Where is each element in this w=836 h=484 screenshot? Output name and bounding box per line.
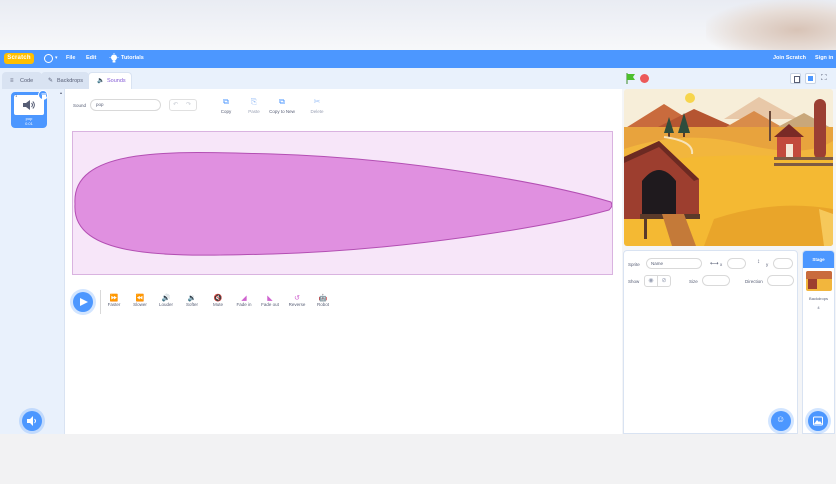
thumbnail-hills — [806, 271, 832, 279]
backdrop-farm-image — [624, 89, 833, 246]
small-stage-icon — [794, 76, 800, 83]
paste-label: Paste — [248, 109, 260, 114]
stop-icon[interactable] — [640, 74, 649, 83]
sprite-label: Sprite — [628, 262, 640, 267]
y-label: y — [766, 262, 769, 267]
stage-title: Stage — [803, 251, 834, 268]
tab-backdrops[interactable]: ✎ Backdrops — [41, 72, 89, 89]
backdrop-thumbnail — [806, 271, 832, 291]
hidden-eye-icon[interactable]: ⊘ — [658, 276, 670, 286]
paste-icon: ⎘ — [250, 97, 258, 106]
effect-fade-out-button[interactable]: ◣ Fade out — [255, 294, 285, 307]
x-label: x — [720, 262, 723, 267]
effect-robot-button[interactable]: 🤖 Robot — [308, 294, 338, 307]
choose-backdrop-button[interactable] — [808, 411, 828, 431]
size-label: Size — [689, 279, 698, 284]
show-label: Show — [628, 279, 640, 284]
play-button[interactable] — [73, 292, 93, 312]
sound-duration: 0.01 — [25, 121, 33, 126]
robot-icon: 🤖 — [318, 295, 328, 302]
undo-icon[interactable]: ↶ — [173, 101, 178, 108]
file-menu[interactable]: File — [66, 55, 75, 61]
speaker-icon — [27, 416, 36, 426]
undo-redo-group: ↶ ↷ — [169, 99, 197, 111]
backdrops-label: Backdrops — [809, 296, 828, 301]
sound-list — [0, 89, 58, 434]
scratch-logo[interactable]: Scratch — [4, 53, 34, 64]
tab-sounds-label: Sounds — [107, 78, 126, 84]
cat-icon: ☺ — [776, 414, 786, 424]
sign-in-link[interactable]: Sign in — [815, 55, 833, 61]
waveform-area[interactable] — [72, 131, 613, 275]
scissors-icon: ✂ — [313, 97, 321, 106]
stage-canvas[interactable] — [624, 89, 833, 246]
edit-menu[interactable]: Edit — [86, 55, 96, 61]
blurred-decoration — [706, 0, 836, 50]
sound-number: 1 — [15, 93, 18, 98]
backdrops-count: 4 — [817, 305, 820, 310]
menu-bar: File Edit Tutorials Join Scratch Sign in — [0, 50, 836, 68]
direction-label: Direction — [745, 279, 763, 284]
sound-name-label: Sound — [73, 103, 87, 108]
tab-code-label: Code — [20, 78, 34, 84]
large-stage-button[interactable] — [805, 73, 816, 84]
visible-eye-icon[interactable]: ◉ — [645, 276, 658, 286]
trash-icon — [41, 93, 47, 99]
sound-name-input[interactable]: pop — [90, 99, 161, 111]
lightbulb-icon — [109, 53, 119, 63]
brush-icon: ✎ — [48, 78, 54, 84]
delete-button[interactable]: ✂ Delete — [307, 97, 327, 114]
copy-to-new-icon: ⧉ — [279, 97, 285, 106]
y-arrows-icon: ↕ — [757, 259, 760, 265]
fade-out-icon: ◣ — [267, 295, 273, 302]
thumbnail-barn — [808, 279, 817, 289]
globe-icon[interactable] — [44, 54, 53, 63]
paste-button[interactable]: ⎘ Paste — [244, 97, 264, 114]
copy-button[interactable]: ⧉ Copy — [216, 97, 236, 114]
green-flag-icon[interactable] — [626, 73, 636, 84]
speaker-icon: 🔈 — [97, 78, 105, 84]
copy-icon: ⧉ — [223, 97, 229, 106]
copy-to-new-label: Copy to New — [269, 109, 295, 114]
code-icon: ≡ — [10, 78, 14, 84]
chevron-down-icon: ▾ — [55, 55, 58, 61]
browser-bottom-area — [0, 434, 836, 484]
stage-target-panel[interactable]: Stage Backdrops 4 — [802, 250, 835, 434]
tab-backdrops-label: Backdrops — [57, 78, 83, 84]
scroll-arrow-icon[interactable]: ▴ — [60, 90, 62, 95]
redo-icon[interactable]: ↷ — [186, 101, 191, 108]
add-sound-button[interactable] — [22, 411, 42, 431]
delete-sound-button[interactable] — [38, 90, 48, 100]
waveform-shape — [74, 152, 612, 256]
copy-label: Copy — [220, 109, 232, 114]
large-stage-icon — [808, 76, 813, 81]
show-toggle: ◉ ⊘ — [644, 275, 671, 287]
small-stage-button[interactable] — [790, 73, 801, 84]
size-input[interactable] — [702, 275, 730, 286]
play-icon — [80, 298, 88, 306]
tab-code[interactable]: ≡ Code — [2, 72, 42, 89]
sprite-info-panel: Sprite Name ⟷ x ↕ y Show ◉ ⊘ Size Direct… — [623, 250, 798, 434]
delete-label: Delete — [310, 109, 324, 114]
x-input[interactable] — [727, 258, 746, 269]
tab-sounds[interactable]: 🔈 Sounds — [88, 72, 132, 89]
fullscreen-icon[interactable]: ⛶ — [821, 73, 827, 83]
effect-fade-out-label: Fade out — [261, 302, 279, 307]
direction-input[interactable] — [767, 275, 794, 286]
sprite-name-input[interactable]: Name — [646, 258, 702, 269]
effect-robot-label: Robot — [316, 302, 329, 307]
speaker-icon — [23, 100, 35, 110]
image-icon — [813, 416, 823, 426]
stage-header — [620, 68, 836, 89]
choose-sprite-button[interactable]: ☺ — [771, 411, 791, 431]
y-input[interactable] — [773, 258, 793, 269]
x-arrows-icon: ⟷ — [710, 261, 719, 267]
join-scratch-link[interactable]: Join Scratch — [773, 55, 806, 61]
tutorials-menu[interactable]: Tutorials — [121, 55, 144, 61]
copy-to-new-button[interactable]: ⧉ Copy to New — [268, 97, 296, 114]
